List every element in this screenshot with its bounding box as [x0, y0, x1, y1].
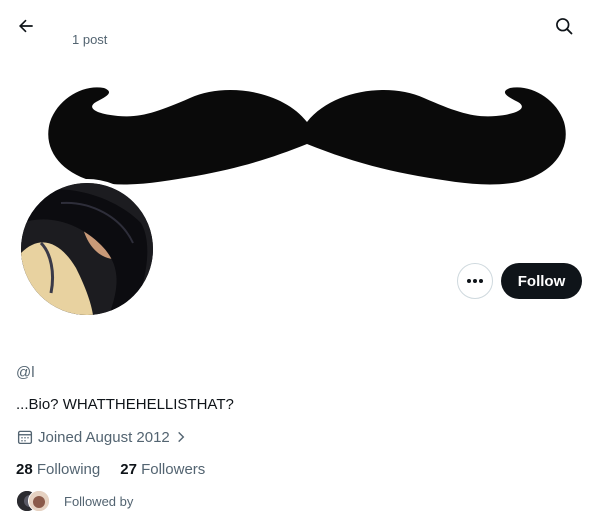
avatar-photo [21, 183, 153, 315]
more-dots-icon [467, 279, 483, 283]
chevron-right-icon [177, 431, 185, 443]
followers-link[interactable]: 27 Followers [120, 461, 205, 478]
back-button[interactable] [12, 12, 40, 40]
followed-by-avatars [16, 489, 54, 513]
search-button[interactable] [550, 12, 578, 40]
post-count: 1 post [72, 32, 108, 47]
joined-date[interactable]: Joined August 2012 [16, 428, 188, 446]
follow-button[interactable]: Follow [501, 263, 582, 299]
follow-stats: 28 Following 27 Followers [16, 461, 205, 478]
avatar[interactable] [17, 179, 157, 319]
joined-label: Joined August 2012 [38, 428, 170, 446]
followed-by-row[interactable]: Followed by [16, 489, 133, 513]
followers-count: 27 [120, 461, 137, 478]
following-count: 28 [16, 461, 33, 478]
profile-handle: @l [16, 364, 35, 381]
following-link[interactable]: 28 Following [16, 461, 100, 478]
more-options-button[interactable] [457, 263, 493, 299]
profile-bio: ...Bio? WHATTHEHELLISTHAT? [16, 396, 234, 413]
arrow-left-icon [19, 19, 33, 33]
follower-avatar [28, 490, 50, 512]
followers-label: Followers [141, 461, 206, 478]
calendar-icon [17, 430, 33, 445]
search-icon [556, 18, 573, 35]
followed-by-label: Followed by [64, 493, 134, 509]
following-label: Following [36, 461, 101, 478]
top-bar: 1 post [0, 0, 611, 60]
